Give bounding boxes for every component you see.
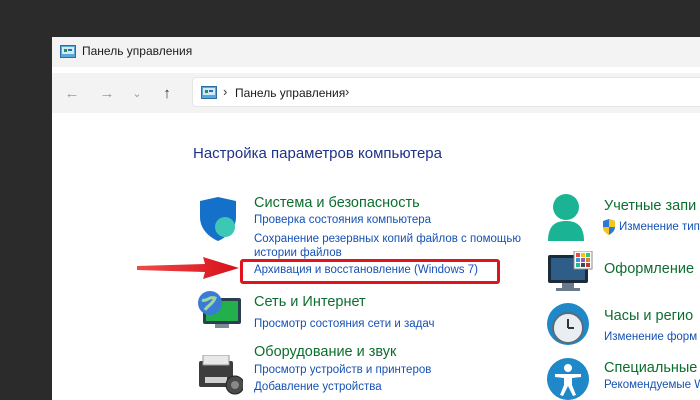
category-user-accounts[interactable]: Учетные запи [604, 198, 696, 214]
address-bar[interactable]: › Панель управления › [192, 77, 700, 107]
title-bar[interactable]: Панель управления [52, 37, 700, 67]
back-button[interactable]: ← [62, 83, 82, 103]
link-file-history-backup[interactable]: Сохранение резервных копий файлов с помо… [254, 232, 549, 260]
shield-security-icon [200, 197, 236, 241]
up-button[interactable]: ↑ [157, 83, 177, 103]
navigation-bar: ← → ⌄ ↑ › Панель управления › [52, 73, 700, 113]
control-panel-icon [201, 86, 217, 99]
breadcrumb-separator: › [223, 84, 228, 99]
network-globe-icon [198, 291, 241, 328]
category-accessibility[interactable]: Специальные [604, 360, 697, 376]
link-recommended-settings[interactable]: Рекомендуемые W [604, 379, 700, 391]
forward-button[interactable]: → [97, 83, 117, 103]
user-accounts-icon [548, 194, 584, 241]
category-appearance[interactable]: Оформление [604, 261, 694, 277]
control-panel-icon [60, 45, 76, 58]
appearance-monitor-icon [548, 251, 593, 291]
accessibility-icon [547, 358, 589, 400]
link-network-status[interactable]: Просмотр состояния сети и задач [254, 318, 434, 330]
category-clock-region[interactable]: Часы и регио [604, 308, 693, 324]
breadcrumb-control-panel[interactable]: Панель управления [235, 86, 345, 100]
control-panel-window: Панель управления ← → ⌄ ↑ › Панель управ… [52, 37, 700, 400]
link-change-date-format[interactable]: Изменение форм [604, 331, 697, 343]
uac-shield-icon [603, 219, 615, 235]
printer-speaker-icon [199, 355, 243, 395]
breadcrumb-dropdown-chevron[interactable]: › [345, 84, 349, 99]
category-network-internet[interactable]: Сеть и Интернет [254, 294, 366, 310]
red-arrow-icon [137, 257, 239, 279]
category-hardware-sound[interactable]: Оборудование и звук [254, 344, 396, 360]
link-change-account-type[interactable]: Изменение типа [619, 221, 700, 233]
link-add-device[interactable]: Добавление устройства [254, 381, 382, 393]
recent-locations-button[interactable]: ⌄ [127, 83, 147, 103]
page-heading: Настройка параметров компьютера [193, 145, 442, 162]
link-devices-printers[interactable]: Просмотр устройств и принтеров [254, 364, 431, 376]
link-check-computer-status[interactable]: Проверка состояния компьютера [254, 214, 431, 226]
window-title: Панель управления [82, 44, 193, 58]
highlight-box [240, 259, 500, 284]
clock-region-icon [547, 303, 589, 345]
category-system-security[interactable]: Система и безопасность [254, 195, 420, 211]
